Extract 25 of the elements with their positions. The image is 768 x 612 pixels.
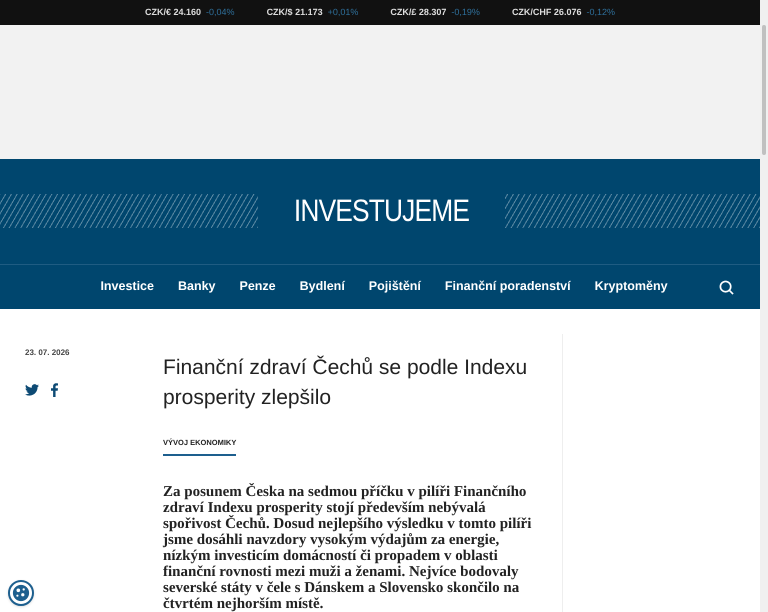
nav-link[interactable]: Penze: [240, 277, 276, 296]
exchange-rate: CZK/€ 24.160: [145, 6, 202, 19]
exchange-rate: CZK/CHF 26.076: [512, 6, 582, 19]
nav-link[interactable]: Pojištění: [368, 277, 421, 296]
article-date: 23. 07. 2026: [25, 346, 70, 359]
nav-link[interactable]: Kryptoměny: [594, 277, 668, 296]
exchange-rate: CZK/$ 21.173: [266, 6, 323, 19]
bird-icon[interactable]: [25, 384, 39, 396]
cookie-settings-button[interactable]: [8, 580, 34, 606]
rate-change: -0,04%: [206, 6, 235, 19]
rate-change: +0,01%: [328, 6, 358, 19]
rate-change: -0,19%: [451, 6, 480, 19]
article-lead: Za posunem Česka na sedmou příčku v pilíři Finančního zdraví Indexu prosperity stojí především nebývalá spořivost Čechů. Dosud nejlepšího výsledku v tomto pilíři jsme dosáhli navzdory vysokým výdajům za energie, nízkým investicím domácností či propadem v oblasti finanční rovnosti mezi muži a ženami. Nejvíce bodovaly severské státy v čele s Dánskem a Slovensko skončilo na čtvrtém nejhorším místě.: [163, 484, 532, 612]
site-logo[interactable]: INVESTUJEME: [276, 188, 486, 234]
exchange-rate: CZK/£ 28.307: [390, 6, 446, 19]
cookie-icon: [12, 584, 30, 602]
search-icon[interactable]: [719, 280, 734, 295]
nav-link[interactable]: Banky: [178, 277, 216, 296]
rate-change: -0,12%: [586, 6, 615, 19]
letter-f-icon[interactable]: [51, 382, 58, 397]
nav-link[interactable]: Investice: [100, 277, 154, 296]
scrollbar[interactable]: [760, 0, 768, 612]
nav-link[interactable]: Finanční poradenství: [444, 277, 571, 296]
nav-link[interactable]: Bydlení: [300, 277, 345, 296]
article-title: Finanční zdraví Čechů se podle Indexu prosperity zlepšilo: [163, 354, 528, 411]
